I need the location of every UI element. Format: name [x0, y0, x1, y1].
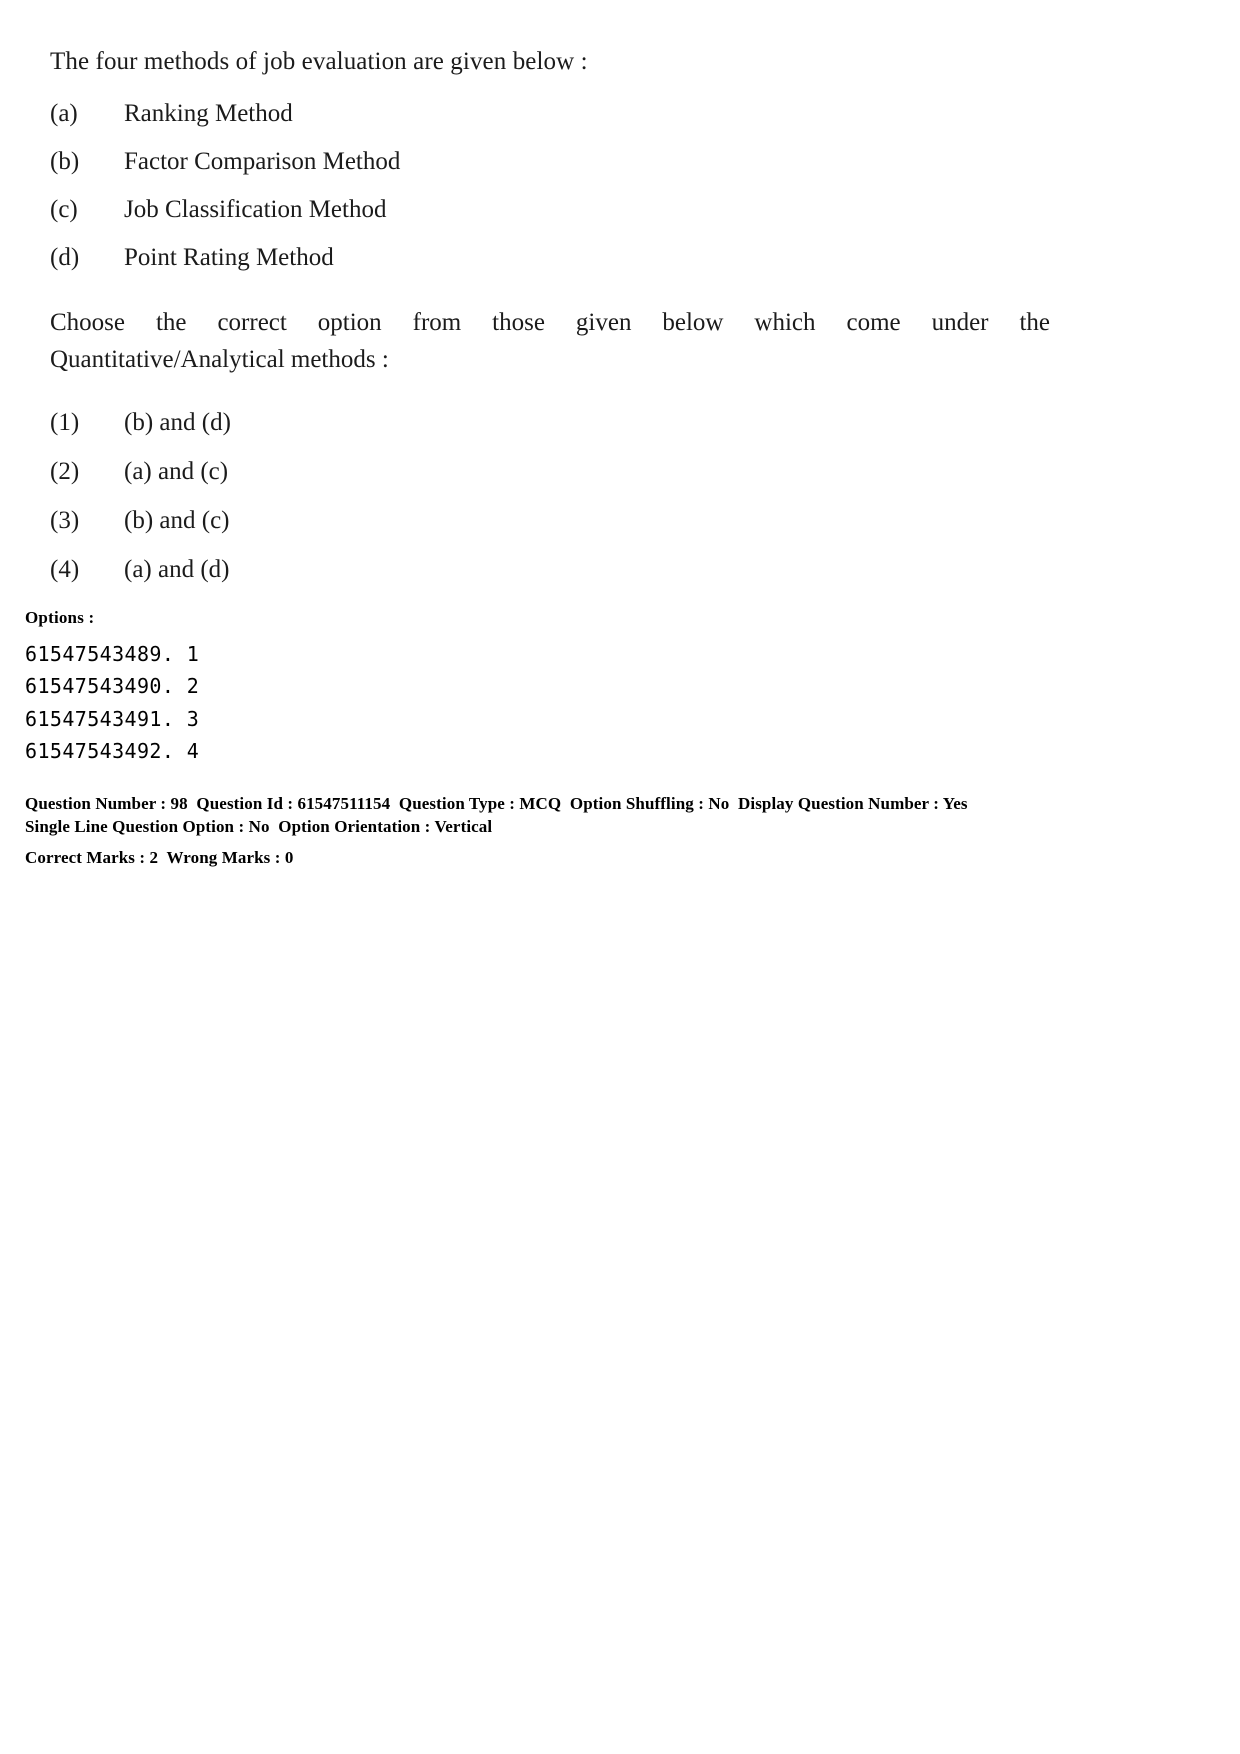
instruction-line-1: Choose the correct option from those giv…	[50, 309, 1050, 337]
method-item: (d) Point Rating Method	[50, 243, 1060, 273]
answer-choice-1[interactable]: (1) (b) and (d)	[50, 408, 1060, 438]
metadata-line-1: Question Number : 98 Question Id : 61547…	[25, 794, 968, 813]
choice-number: (3)	[50, 506, 80, 534]
method-item: (b) Factor Comparison Method	[50, 147, 1060, 177]
instruction-paragraph: Choose the correct option from those giv…	[50, 305, 1050, 378]
choice-text: (a) and (d)	[124, 555, 230, 583]
choice-text: (b) and (d)	[124, 408, 231, 436]
answer-choice-3[interactable]: (3) (b) and (c)	[50, 506, 1060, 536]
answer-choice-4[interactable]: (4) (a) and (d)	[50, 555, 1060, 585]
method-item: (c) Job Classification Method	[50, 195, 1060, 225]
option-id-row: 61547543489. 1	[25, 642, 200, 666]
method-item: (a) Ranking Method	[50, 99, 1060, 129]
option-id-row: 61547543492. 4	[25, 739, 200, 764]
method-text: Job Classification Method	[124, 196, 387, 224]
method-label: (d)	[50, 244, 80, 272]
choice-number: (4)	[50, 555, 80, 583]
choice-text: (a) and (c)	[124, 457, 229, 485]
metadata-line-2: Single Line Question Option : No Option …	[25, 816, 493, 836]
answer-choice-2[interactable]: (2) (a) and (c)	[50, 457, 1060, 487]
method-text: Point Rating Method	[124, 244, 334, 272]
question-stem: The four methods of job evaluation are g…	[50, 48, 588, 75]
options-heading: Options :	[25, 608, 95, 627]
question-body: The four methods of job evaluation are g…	[50, 46, 1060, 604]
method-label: (c)	[50, 196, 78, 224]
options-id-block: Options : 61547543489. 1 61547543490. 2 …	[25, 608, 625, 768]
method-text: Factor Comparison Method	[124, 148, 401, 176]
option-id-row: 61547543490. 2	[25, 674, 200, 699]
metadata-line-3: Correct Marks : 2 Wrong Marks : 0	[25, 848, 294, 868]
choice-number: (2)	[50, 457, 80, 485]
method-label: (a)	[50, 100, 78, 128]
method-list: (a) Ranking Method (b) Factor Comparison…	[50, 99, 1060, 273]
method-text: Ranking Method	[124, 100, 293, 128]
method-label: (b)	[50, 148, 80, 176]
instruction-line-2: Quantitative/Analytical methods :	[50, 345, 389, 373]
question-metadata: Question Number : 98 Question Id : 61547…	[25, 793, 1085, 870]
question-page: The four methods of job evaluation are g…	[0, 0, 1240, 1754]
option-id-row: 61547543491. 3	[25, 706, 200, 731]
choice-text: (b) and (c)	[124, 506, 230, 534]
answer-choice-list: (1) (b) and (d) (2) (a) and (c) (3) (b) …	[50, 408, 1060, 585]
choice-number: (1)	[50, 408, 80, 436]
